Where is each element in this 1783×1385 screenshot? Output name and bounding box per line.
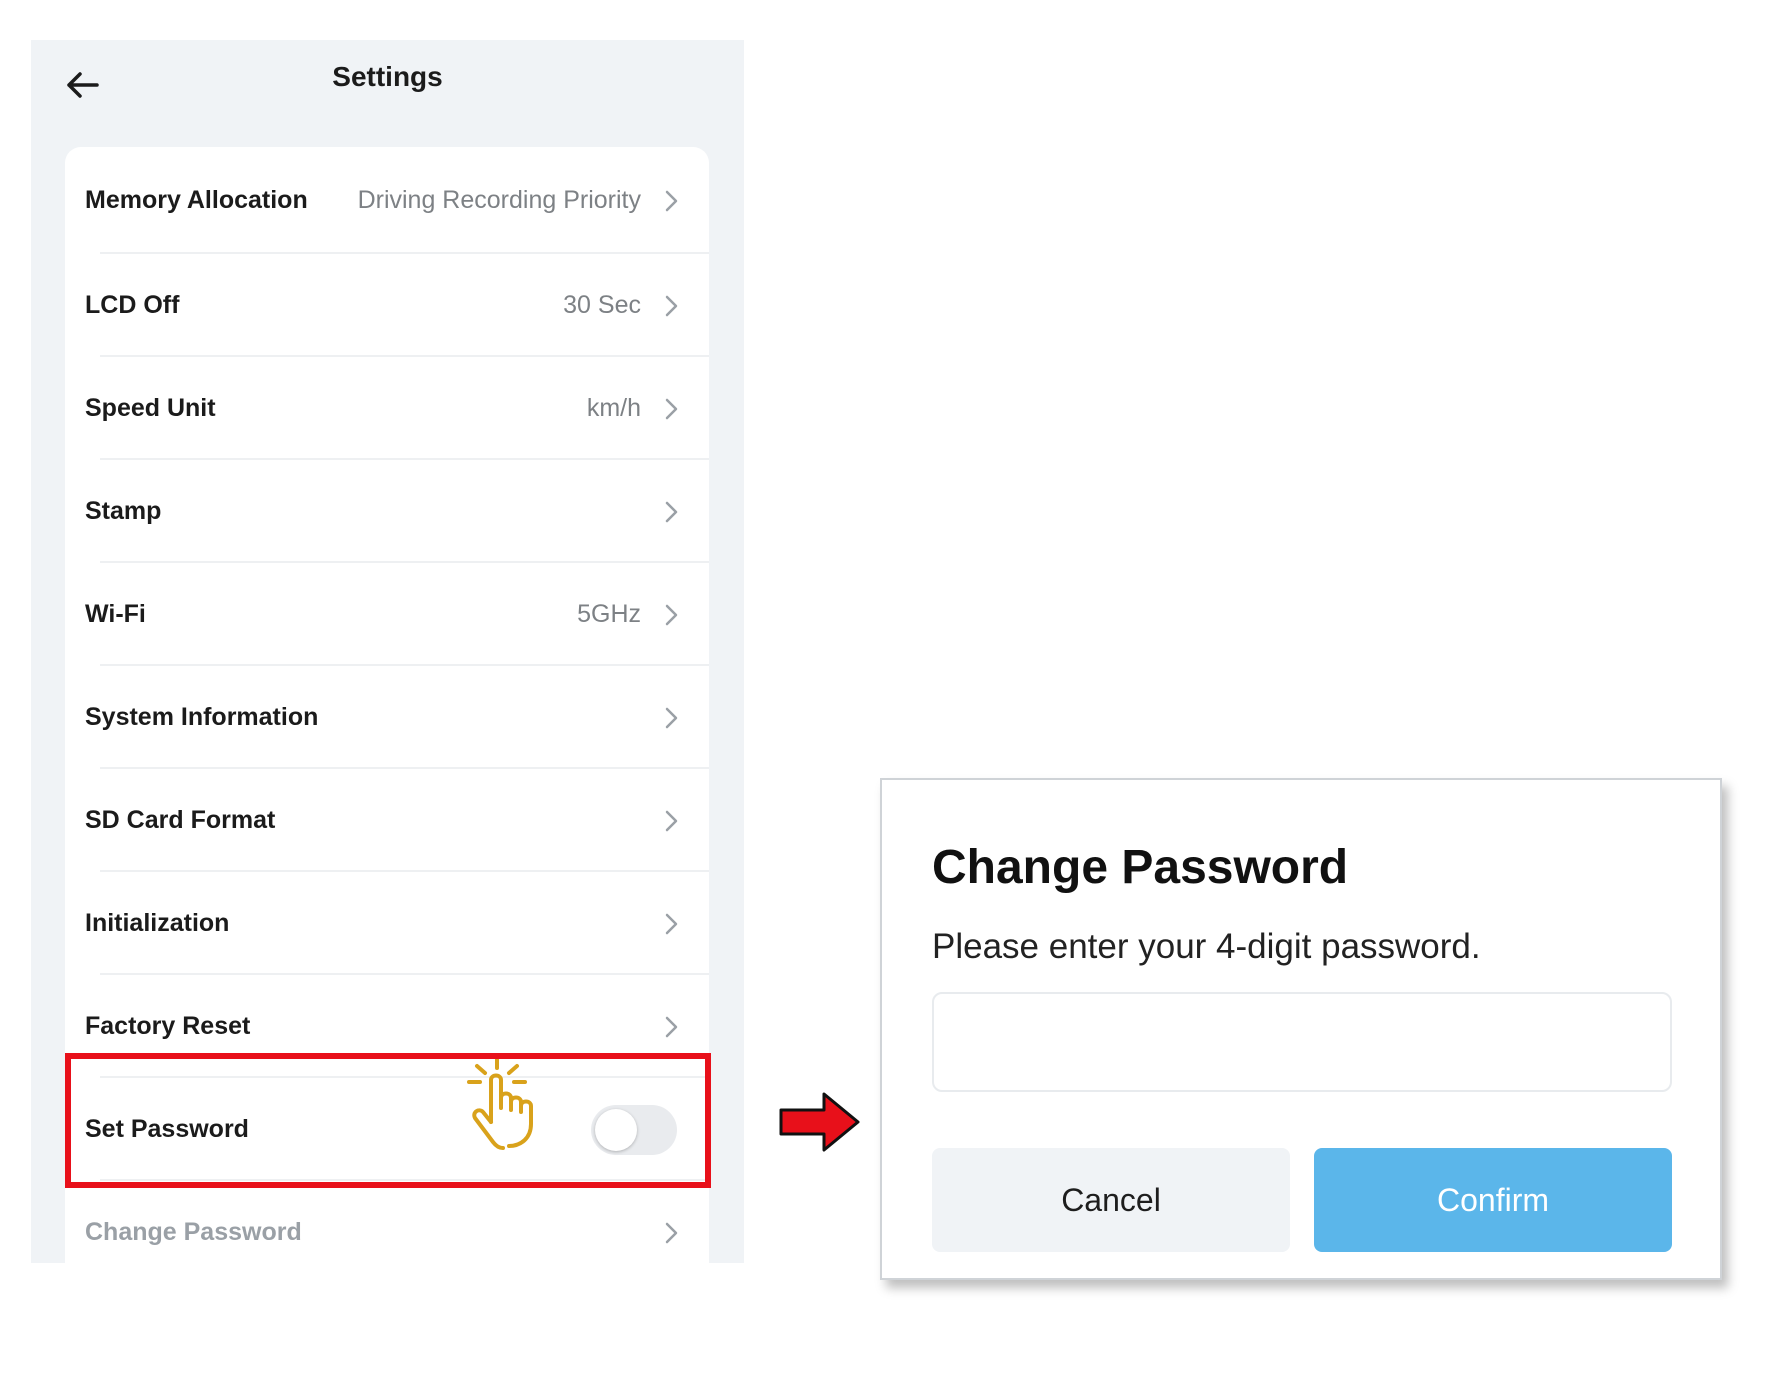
page-title: Settings: [332, 61, 443, 92]
chevron-right-icon: [665, 913, 678, 934]
dialog-title: Change Password: [932, 841, 1349, 894]
row-value: km/h: [586, 394, 641, 422]
settings-row-memory-allocation[interactable]: Memory Allocation Driving Recording Prio…: [65, 147, 709, 254]
row-label: Wi-Fi: [85, 600, 146, 628]
row-label: Change Password: [85, 1218, 302, 1246]
row-value: 30 Sec: [563, 291, 641, 319]
row-label: LCD Off: [85, 291, 180, 319]
settings-row-wifi[interactable]: Wi-Fi 5GHz: [65, 563, 709, 666]
chevron-right-icon: [665, 190, 678, 211]
row-label: Initialization: [85, 909, 230, 937]
settings-row-speed-unit[interactable]: Speed Unit km/h: [65, 357, 709, 460]
chevron-right-icon: [665, 398, 678, 419]
password-input[interactable]: [932, 992, 1672, 1092]
row-label: Stamp: [85, 497, 162, 525]
chevron-right-icon: [665, 1016, 678, 1037]
right-arrow-icon: [779, 1092, 860, 1152]
row-label: System Information: [85, 703, 319, 731]
settings-row-lcd-off[interactable]: LCD Off 30 Sec: [65, 254, 709, 357]
change-password-dialog: Change Password Please enter your 4-digi…: [880, 778, 1722, 1280]
settings-row-change-password[interactable]: Change Password: [65, 1181, 709, 1263]
chevron-right-icon: [665, 1222, 678, 1243]
confirm-button[interactable]: Confirm: [1314, 1148, 1672, 1252]
row-label: SD Card Format: [85, 806, 276, 834]
row-value: Driving Recording Priority: [357, 186, 641, 214]
settings-row-stamp[interactable]: Stamp: [65, 460, 709, 563]
settings-row-initialization[interactable]: Initialization: [65, 872, 709, 975]
chevron-right-icon: [665, 707, 678, 728]
cancel-button[interactable]: Cancel: [932, 1148, 1290, 1252]
chevron-right-icon: [665, 604, 678, 625]
row-value: 5GHz: [577, 600, 641, 628]
row-label: Speed Unit: [85, 394, 216, 422]
row-label: Memory Allocation: [85, 186, 308, 214]
chevron-right-icon: [665, 295, 678, 316]
top-bar: Settings: [31, 40, 744, 150]
settings-row-system-information[interactable]: System Information: [65, 666, 709, 769]
settings-row-sd-card-format[interactable]: SD Card Format: [65, 769, 709, 872]
row-label: Factory Reset: [85, 1012, 251, 1040]
chevron-right-icon: [665, 810, 678, 831]
set-password-highlight: [65, 1053, 711, 1188]
dialog-description: Please enter your 4-digit password.: [932, 927, 1481, 966]
chevron-right-icon: [665, 501, 678, 522]
